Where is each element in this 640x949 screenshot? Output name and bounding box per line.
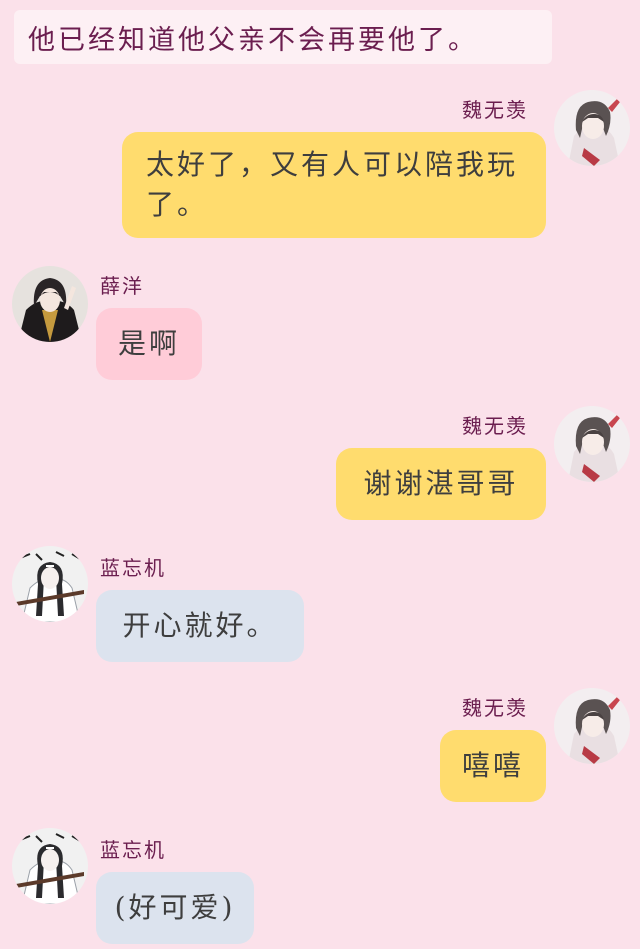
message-text: 开心就好。	[122, 609, 278, 642]
speaker-name: 薛洋	[100, 274, 144, 298]
message-text: 是啊	[117, 327, 180, 360]
message-text: 太好了，又有人可以陪我玩了。	[146, 148, 519, 221]
wei-wuxian-avatar-icon[interactable]	[554, 406, 630, 482]
message-bubble: 嘻嘻	[440, 730, 546, 802]
speaker-name: 蓝忘机	[100, 556, 166, 580]
lan-wangji-avatar-icon[interactable]	[12, 546, 88, 622]
message-text: 嘻嘻	[461, 749, 524, 782]
wei-wuxian-avatar-icon[interactable]	[554, 688, 630, 764]
speaker-name: 魏无羡	[462, 414, 528, 438]
narration-box: 他已经知道他父亲不会再要他了。	[14, 10, 552, 64]
message-bubble: 太好了，又有人可以陪我玩了。	[122, 132, 546, 238]
message-bubble: 谢谢湛哥哥	[336, 448, 546, 520]
message-bubble: (好可爱)	[96, 872, 254, 944]
message-bubble: 开心就好。	[96, 590, 304, 662]
message-text: (好可爱)	[114, 891, 236, 924]
speaker-name: 魏无羡	[462, 696, 528, 720]
wei-wuxian-avatar-icon[interactable]	[554, 90, 630, 166]
lan-wangji-avatar-icon[interactable]	[12, 828, 88, 904]
narration-text: 他已经知道他父亲不会再要他了。	[28, 24, 478, 56]
message-bubble: 是啊	[96, 308, 202, 380]
xue-yang-avatar-icon[interactable]	[12, 266, 88, 342]
message-text: 谢谢湛哥哥	[363, 467, 519, 500]
speaker-name: 蓝忘机	[100, 838, 166, 862]
speaker-name: 魏无羡	[462, 98, 528, 122]
